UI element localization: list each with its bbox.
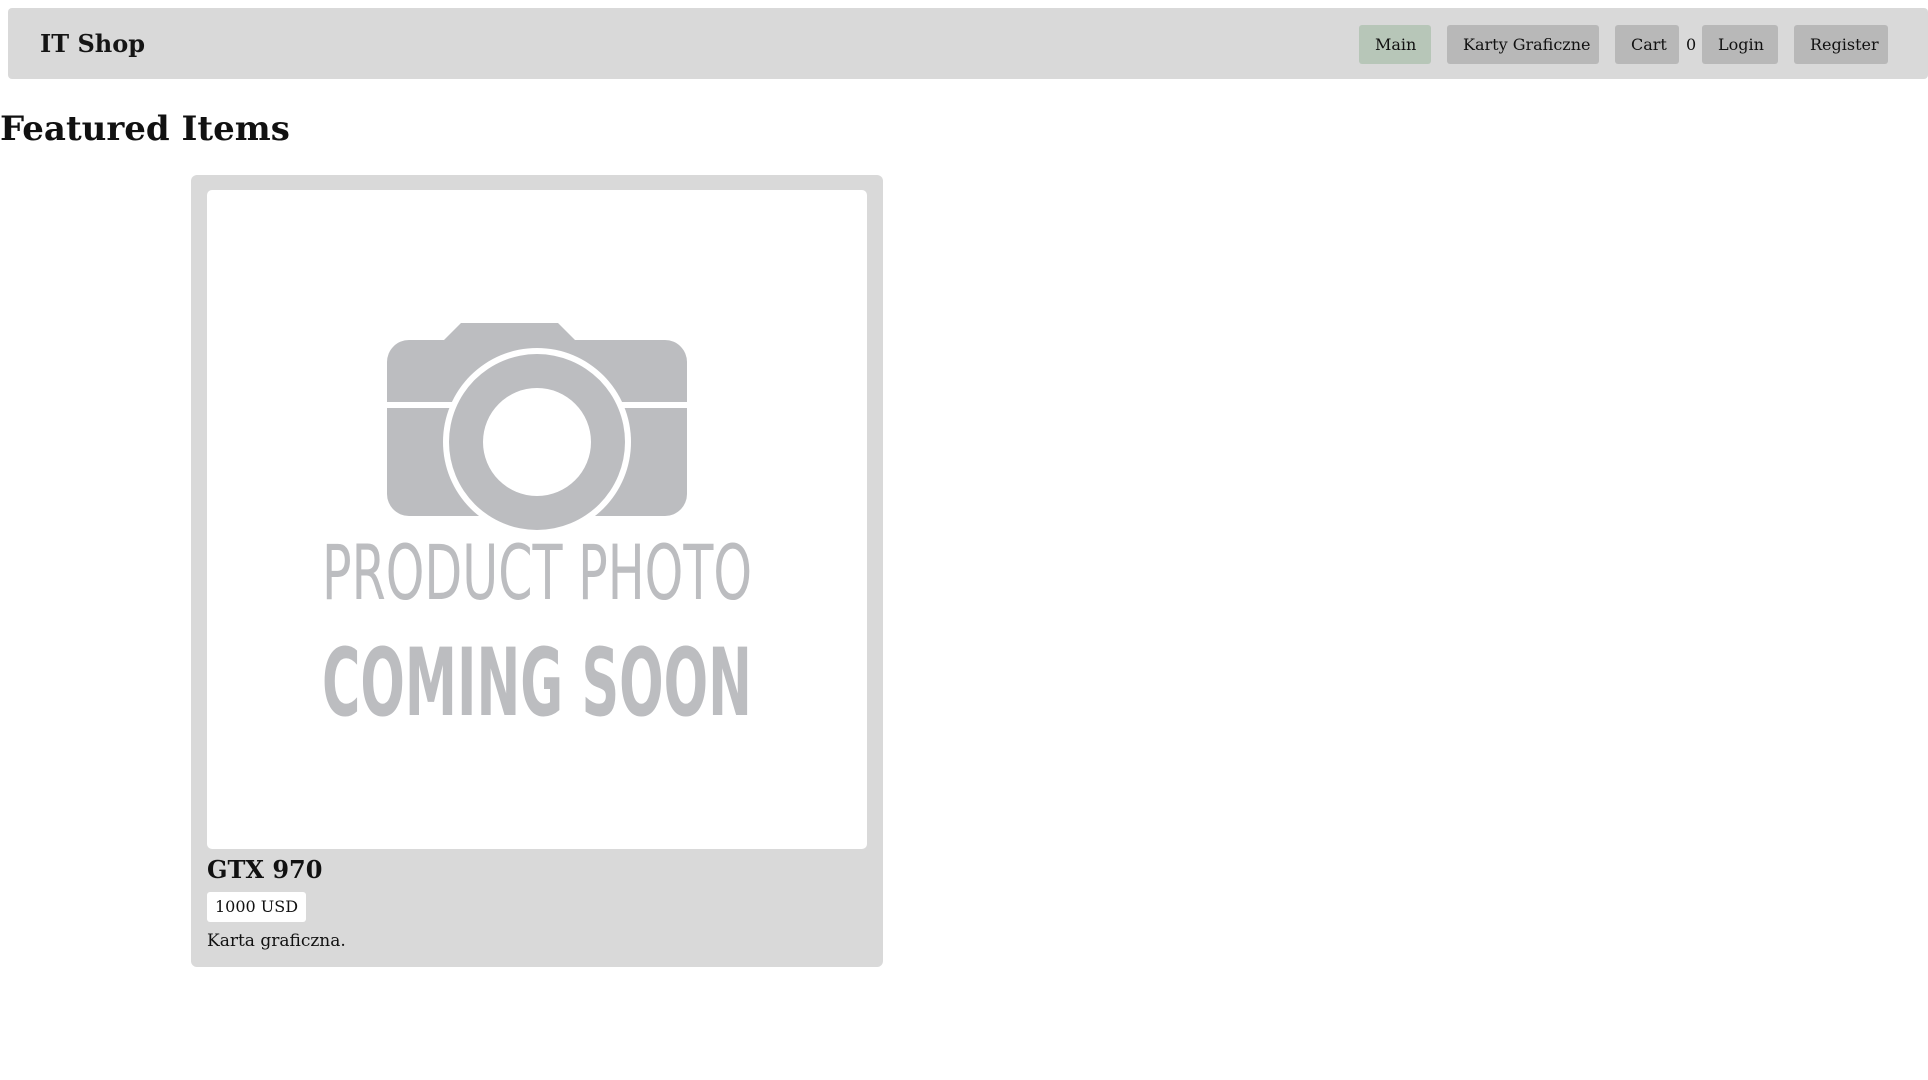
nav-register-button[interactable]: Register bbox=[1794, 25, 1888, 64]
nav-cart-button[interactable]: Cart bbox=[1615, 25, 1679, 64]
nav-karty-graficzne-button[interactable]: Karty Graficzne bbox=[1447, 25, 1599, 64]
placeholder-text-line1: PRODUCT PHOTO bbox=[322, 528, 752, 617]
product-image[interactable]: PRODUCT PHOTO COMING SOON bbox=[207, 190, 867, 849]
product-card[interactable]: PRODUCT PHOTO COMING SOON GTX 970 1000 U… bbox=[191, 175, 883, 967]
product-name[interactable]: GTX 970 bbox=[207, 852, 322, 888]
cart-count-badge: 0 bbox=[1686, 35, 1697, 54]
nav-login-button[interactable]: Login bbox=[1702, 25, 1778, 64]
page-title: Featured Items bbox=[0, 109, 290, 149]
top-navbar: IT Shop Main Karty Graficzne Cart 0 Logi… bbox=[8, 8, 1928, 79]
placeholder-text-line2: COMING SOON bbox=[322, 629, 752, 738]
site-brand[interactable]: IT Shop bbox=[40, 8, 145, 79]
product-description: Karta graficzna. bbox=[207, 931, 346, 951]
price-badge: 1000 USD bbox=[207, 892, 307, 922]
nav-main-button[interactable]: Main bbox=[1359, 25, 1431, 64]
